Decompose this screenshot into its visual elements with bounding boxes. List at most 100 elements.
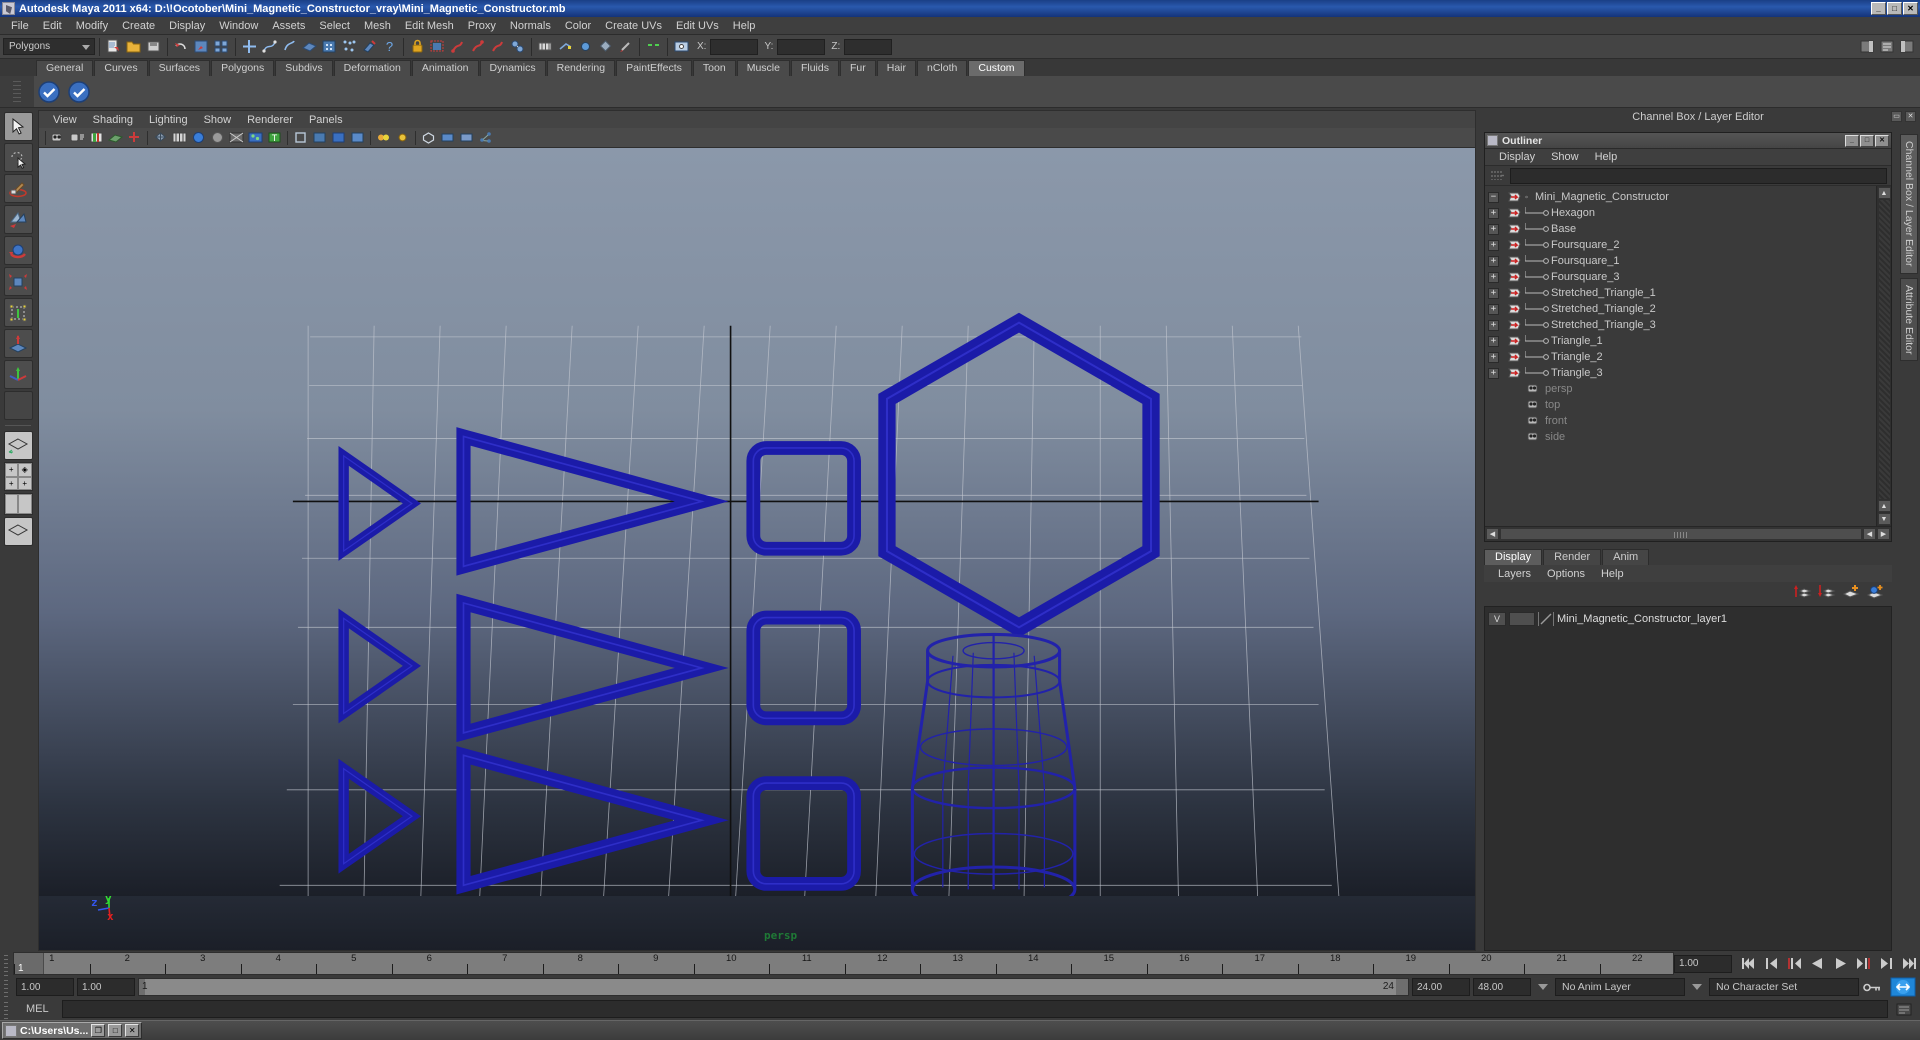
grid-toggle-icon[interactable] <box>311 130 328 146</box>
scroll-left-button[interactable]: ◀ <box>1486 528 1499 540</box>
menu-window[interactable]: Window <box>212 19 265 33</box>
character-set-field[interactable]: No Character Set <box>1709 978 1859 996</box>
layer-menu-help[interactable]: Help <box>1593 568 1632 580</box>
step-back-frame-icon[interactable] <box>1761 954 1782 973</box>
custom-tool-1-icon[interactable] <box>36 79 62 105</box>
viewport-menu-shading[interactable]: Shading <box>85 113 141 127</box>
character-set-dropdown-arrow[interactable] <box>1688 978 1706 996</box>
shelf-drag-handle[interactable] <box>0 76 34 107</box>
go-to-end-icon[interactable] <box>1899 954 1920 973</box>
viewport-menu-view[interactable]: View <box>45 113 85 127</box>
attribute-editor-icon[interactable] <box>1878 37 1897 56</box>
outliner-row-top[interactable]: top <box>1488 397 1876 413</box>
viewport-menu-panels[interactable]: Panels <box>301 113 351 127</box>
range-right-handle[interactable] <box>1396 979 1408 995</box>
range-slider-grip[interactable] <box>0 976 13 998</box>
lasso-select-tool[interactable] <box>3 143 33 172</box>
outliner-expander[interactable]: + <box>1488 319 1499 331</box>
new-scene-icon[interactable] <box>104 37 123 56</box>
move-tool[interactable] <box>3 205 33 234</box>
channel-box-icon[interactable] <box>1898 37 1917 56</box>
scroll-up-button[interactable]: ▲ <box>1877 187 1891 199</box>
brush-icon[interactable] <box>616 37 635 56</box>
layer-tab-anim[interactable]: Anim <box>1602 549 1650 565</box>
universal-manipulator-tool[interactable] <box>3 298 33 327</box>
layer-list[interactable]: V Mini_Magnetic_Constructor_layer1 <box>1484 606 1892 951</box>
layer-visibility-toggle[interactable]: V <box>1488 611 1506 626</box>
new-layer-icon[interactable] <box>1842 583 1860 604</box>
panel-undock-button[interactable]: ▭ <box>1891 111 1902 122</box>
viewport-menu-lighting[interactable]: Lighting <box>141 113 196 127</box>
minimize-button[interactable]: _ <box>1871 2 1886 15</box>
save-scene-icon[interactable] <box>144 37 163 56</box>
menu-modify[interactable]: Modify <box>69 19 115 33</box>
shelf-tab-deformation[interactable]: Deformation <box>333 60 411 76</box>
exposure-icon[interactable] <box>375 130 392 146</box>
menu-assets[interactable]: Assets <box>265 19 312 33</box>
make-live-icon[interactable] <box>360 37 379 56</box>
shelf-tab-polygons[interactable]: Polygons <box>211 60 275 76</box>
script-editor-icon[interactable] <box>1893 1000 1914 1019</box>
shelf-tab-toon[interactable]: Toon <box>692 60 736 76</box>
shelf-tab-animation[interactable]: Animation <box>411 60 479 76</box>
film-strip-icon[interactable] <box>536 37 555 56</box>
wireframe-icon[interactable] <box>152 130 169 146</box>
shelf-tab-fluids[interactable]: Fluids <box>790 60 839 76</box>
lighting-icon[interactable] <box>228 130 245 146</box>
layer-tab-display[interactable]: Display <box>1484 549 1543 565</box>
shelf-tab-curves[interactable]: Curves <box>94 60 148 76</box>
scroll-page-down-button[interactable]: ▼ <box>1877 513 1891 525</box>
menu-create[interactable]: Create <box>115 19 162 33</box>
outliner-search-input[interactable] <box>1510 167 1887 184</box>
menu-select[interactable]: Select <box>312 19 357 33</box>
outliner-menu-help[interactable]: Help <box>1587 151 1626 163</box>
shelf-tab-painteffects[interactable]: PaintEffects <box>616 60 692 76</box>
outliner-vertical-scrollbar[interactable]: ▲ ▲ ▼ <box>1876 186 1891 526</box>
outliner-expander[interactable]: + <box>1488 335 1499 347</box>
smooth-shade-all-icon[interactable] <box>190 130 207 146</box>
outliner-row-stretched-triangle-3[interactable]: + Stretched_Triangle_3 <box>1488 317 1876 333</box>
outliner-expander[interactable]: + <box>1488 239 1499 251</box>
soft-modification-tool[interactable] <box>3 329 33 358</box>
taskbar-item-console[interactable]: C:\Users\Us... ❐ □ ✕ <box>2 1022 143 1039</box>
film-gate-icon[interactable] <box>330 130 347 146</box>
step-back-key-icon[interactable] <box>1784 954 1805 973</box>
outliner-persp-layout[interactable] <box>3 493 33 515</box>
shelf-tab-ncloth[interactable]: nCloth <box>917 60 968 76</box>
outliner-expander[interactable]: + <box>1488 255 1499 267</box>
help-icon[interactable]: ? <box>380 37 399 56</box>
close-button[interactable]: ✕ <box>1903 2 1918 15</box>
menu-proxy[interactable]: Proxy <box>461 19 503 33</box>
step-forward-key-icon[interactable] <box>1853 954 1874 973</box>
move-layer-up-icon[interactable] <box>1794 583 1812 604</box>
outliner-row-side[interactable]: side <box>1488 429 1876 445</box>
camera-attributes-icon[interactable] <box>69 130 86 146</box>
outliner-expander[interactable]: + <box>1488 351 1499 363</box>
outliner-row-triangle-1[interactable]: + Triangle_1 <box>1488 333 1876 349</box>
paint-select-tool[interactable] <box>3 174 33 203</box>
snap-to-point-icon[interactable] <box>280 37 299 56</box>
step-forward-frame-icon[interactable] <box>1876 954 1897 973</box>
viewport-menu-show[interactable]: Show <box>196 113 240 127</box>
taskbar-restore-button[interactable]: ❐ <box>91 1024 106 1037</box>
last-tool-used[interactable] <box>3 391 33 420</box>
hypershade-persp-layout[interactable] <box>3 517 33 546</box>
select-tool[interactable] <box>3 112 33 141</box>
outliner-expander[interactable]: − <box>1488 191 1499 203</box>
show-manipulator-tool[interactable] <box>3 360 33 389</box>
range-bar[interactable]: 1 24 <box>138 978 1409 996</box>
select-by-hierarchy-icon[interactable] <box>212 37 231 56</box>
viewport-menu-renderer[interactable]: Renderer <box>239 113 301 127</box>
anim-start-field[interactable]: 1.00 <box>16 978 74 996</box>
range-start-field[interactable]: 1.00 <box>77 978 135 996</box>
smooth-shade-icon[interactable] <box>171 130 188 146</box>
outliner-expander[interactable]: + <box>1488 287 1499 299</box>
image-plane-icon[interactable] <box>107 130 124 146</box>
show-hide-icon[interactable] <box>644 37 663 56</box>
play-backwards-icon[interactable] <box>1807 954 1828 973</box>
outliner-maximize-button[interactable]: □ <box>1860 134 1874 147</box>
layer-menu-options[interactable]: Options <box>1539 568 1593 580</box>
coord-x-field[interactable] <box>710 38 759 55</box>
taskbar-close-button[interactable]: ✕ <box>125 1024 140 1037</box>
shelf-tab-custom[interactable]: Custom <box>968 60 1025 76</box>
